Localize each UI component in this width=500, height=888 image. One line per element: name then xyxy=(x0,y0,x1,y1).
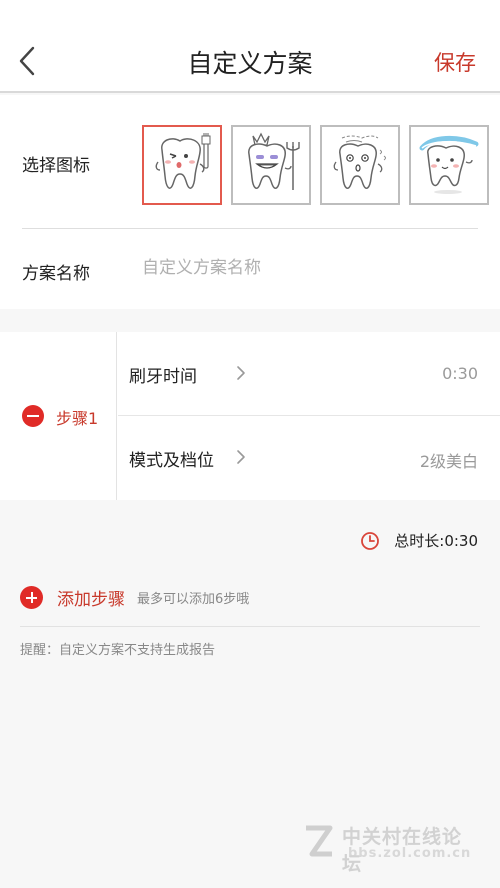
add-step-button[interactable]: 添加步骤 xyxy=(57,585,125,610)
chevron-right-icon xyxy=(237,450,245,464)
icon-picker-label: 选择图标 xyxy=(22,156,90,176)
add-step-row[interactable]: 添加步骤 最多可以添加6步哦 xyxy=(20,585,249,610)
icon-option-tooth-crown[interactable] xyxy=(231,125,311,205)
chevron-right-icon xyxy=(237,366,245,380)
plan-name-input[interactable] xyxy=(142,253,472,283)
watermark: 中关村在线论坛 bbs.zol.com.cn xyxy=(300,822,480,875)
page-title: 自定义方案 xyxy=(187,49,313,78)
tooth-with-crown-icon xyxy=(248,132,300,190)
mode-level-row[interactable]: 模式及档位 2级美白 xyxy=(118,416,500,500)
brush-time-value: 0:30 xyxy=(442,364,478,383)
clock-icon xyxy=(361,531,380,550)
tooth-with-toothbrush-icon xyxy=(155,133,211,189)
mode-level-label: 模式及档位 xyxy=(129,451,214,471)
tip-text: 提醒：自定义方案不支持生成报告 xyxy=(20,643,216,658)
total-duration-label: 总时长: xyxy=(394,532,445,550)
total-duration-value: 0:30 xyxy=(444,531,478,550)
step-name: 步骤1 xyxy=(56,409,99,428)
remove-step-button[interactable] xyxy=(22,405,44,427)
plan-name-label: 方案名称 xyxy=(22,264,90,284)
icon-option-tooth-brush[interactable] xyxy=(142,125,222,205)
tooth-with-toothpaste-icon xyxy=(419,136,479,194)
tooth-dizzy-icon xyxy=(333,135,386,190)
watermark-url: bbs.zol.com.cn xyxy=(348,846,472,861)
plan-settings-card: 选择图标 方案名称 自定义方案名称 xyxy=(0,95,500,309)
zol-logo-icon xyxy=(306,825,333,857)
icon-option-tooth-toothpaste[interactable] xyxy=(409,125,489,205)
step-header: 步骤1 xyxy=(0,332,117,500)
brush-time-row[interactable]: 刷牙时间 0:30 xyxy=(118,332,500,416)
brush-time-label: 刷牙时间 xyxy=(129,367,197,387)
icon-picker xyxy=(142,125,489,205)
icon-option-tooth-dizzy[interactable] xyxy=(320,125,400,205)
divider xyxy=(22,228,478,229)
mode-level-value: 2级美白 xyxy=(419,452,478,471)
save-button[interactable]: 保存 xyxy=(434,47,476,77)
step-card: 步骤1 刷牙时间 0:30 模式及档位 2级美白 xyxy=(0,332,500,500)
divider xyxy=(20,626,480,627)
add-step-hint: 最多可以添加6步哦 xyxy=(137,592,250,607)
header-bar: 自定义方案 保存 xyxy=(0,0,500,93)
total-duration: 总时长: 0:30 xyxy=(360,530,478,551)
add-step-icon[interactable] xyxy=(20,586,43,609)
